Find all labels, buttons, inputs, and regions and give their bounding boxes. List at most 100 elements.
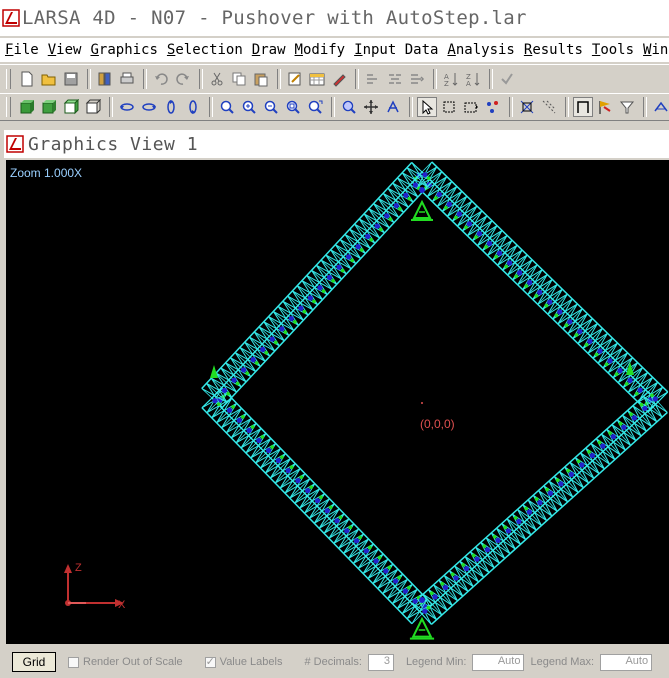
menu-bar: File View Graphics Selection Draw Modify… xyxy=(0,38,669,62)
menu-analysis[interactable]: Analysis xyxy=(447,42,514,58)
window-title: LARSA 4D - N07 - Pushover with AutoStep.… xyxy=(22,7,527,29)
decimals-input[interactable]: 3 xyxy=(367,653,394,671)
zoom-window-icon[interactable] xyxy=(283,97,303,117)
select-box-icon[interactable] xyxy=(439,97,459,117)
legend-max-input[interactable]: Auto xyxy=(600,653,653,671)
toolbar-separator xyxy=(409,97,413,117)
cut-icon[interactable] xyxy=(207,69,227,89)
menu-modify[interactable]: Modify xyxy=(295,42,346,58)
menu-graphics[interactable]: Graphics xyxy=(90,42,157,58)
graphics-view-title-bar[interactable]: Graphics View 1 xyxy=(4,130,669,158)
edit-icon[interactable] xyxy=(285,69,305,89)
toolbar-separator xyxy=(433,68,437,89)
select-window-icon[interactable] xyxy=(461,97,481,117)
grid-button[interactable]: Grid xyxy=(12,652,56,672)
svg-text:Z: Z xyxy=(444,80,449,87)
toolbar-grip[interactable] xyxy=(6,68,11,89)
toolbar-separator xyxy=(331,97,335,117)
toolbar-grip[interactable] xyxy=(6,97,11,117)
graphics-status-bar: Grid Render Out of Scale Value Labels # … xyxy=(6,646,669,678)
toolbar-separator xyxy=(109,97,113,117)
larsa-logo-icon xyxy=(2,9,20,27)
menu-tools[interactable]: Tools xyxy=(592,42,634,58)
larsa-logo-icon xyxy=(6,135,24,153)
select-pointer-icon[interactable] xyxy=(417,97,437,117)
rotate-up-icon[interactable] xyxy=(161,97,181,117)
support-markers xyxy=(210,187,634,640)
render-out-of-scale-label: Render Out of Scale xyxy=(83,656,183,668)
zoom-previous-icon[interactable] xyxy=(305,97,325,117)
menu-draw[interactable]: Draw xyxy=(252,42,286,58)
toolbar-separator xyxy=(199,68,203,89)
frame-view-icon[interactable] xyxy=(573,97,593,117)
menu-window[interactable]: Window xyxy=(643,42,669,58)
shaded-view-icon[interactable] xyxy=(39,97,59,117)
legend-min-input[interactable]: Auto xyxy=(472,653,525,671)
toolbar-separator xyxy=(277,68,281,89)
color-flag-icon[interactable] xyxy=(595,97,615,117)
axis-z-label: Z xyxy=(75,562,82,574)
axis-icon[interactable] xyxy=(651,97,669,117)
menu-file[interactable]: File xyxy=(5,42,39,58)
toolbar-separator xyxy=(209,97,213,117)
legend-min-label: Legend Min: xyxy=(405,656,467,668)
new-file-icon[interactable] xyxy=(17,69,37,89)
toolbar-separator xyxy=(643,97,647,117)
window-title-bar[interactable]: LARSA 4D - N07 - Pushover with AutoStep.… xyxy=(0,0,669,36)
graphics-viewport[interactable]: Zoom 1.000X (0,0,0) Z X xyxy=(6,160,669,644)
rotate-right-icon[interactable] xyxy=(139,97,159,117)
box-view-icon[interactable] xyxy=(61,97,81,117)
print-icon[interactable] xyxy=(117,69,137,89)
sort-asc-icon[interactable]: AZ xyxy=(441,69,461,89)
axis-x-label: X xyxy=(118,599,126,611)
filter-icon[interactable] xyxy=(617,97,637,117)
properties-icon[interactable] xyxy=(95,69,115,89)
grid-snap-icon[interactable] xyxy=(539,97,559,117)
value-labels-label: Value Labels xyxy=(219,656,283,668)
copy-icon[interactable] xyxy=(229,69,249,89)
menu-view[interactable]: View xyxy=(48,42,82,58)
undo-icon[interactable] xyxy=(151,69,171,89)
legend-max-label: Legend Max: xyxy=(530,656,595,668)
align-center-icon[interactable] xyxy=(385,69,405,89)
pan-icon[interactable] xyxy=(361,97,381,117)
zoom-fit-icon[interactable] xyxy=(217,97,237,117)
check-icon[interactable] xyxy=(497,69,517,89)
svg-text:A: A xyxy=(466,80,471,87)
save-icon[interactable] xyxy=(61,69,81,89)
graphics-toolbar xyxy=(0,93,669,121)
open-folder-icon[interactable] xyxy=(39,69,59,89)
axis-triad: Z X xyxy=(64,562,126,611)
pencil-icon[interactable] xyxy=(329,69,349,89)
decimals-label: # Decimals: xyxy=(304,656,362,668)
menu-results[interactable]: Results xyxy=(524,42,583,58)
toolbar-separator xyxy=(143,68,147,89)
spreadsheet-icon[interactable] xyxy=(307,69,327,89)
structural-model[interactable]: (0,0,0) Z X xyxy=(6,160,669,644)
zoom-in-icon[interactable] xyxy=(239,97,259,117)
wire-view-icon[interactable] xyxy=(83,97,103,117)
zoom-box-icon[interactable] xyxy=(339,97,359,117)
menu-input-data[interactable]: Input Data xyxy=(354,42,438,58)
redo-icon[interactable] xyxy=(173,69,193,89)
paste-icon[interactable] xyxy=(251,69,271,89)
rotate-left-icon[interactable] xyxy=(117,97,137,117)
align-right-icon[interactable] xyxy=(407,69,427,89)
select-nodes-icon[interactable] xyxy=(483,97,503,117)
toolbar-separator xyxy=(509,97,513,117)
menu-selection[interactable]: Selection xyxy=(167,42,243,58)
snap-icon[interactable] xyxy=(517,97,537,117)
align-left-icon[interactable] xyxy=(363,69,383,89)
value-labels-checkbox[interactable] xyxy=(204,655,216,668)
orbit-icon[interactable] xyxy=(383,97,403,117)
sort-desc-icon[interactable]: ZA xyxy=(463,69,483,89)
standard-toolbar: AZ ZA xyxy=(0,64,669,92)
toolbar-separator xyxy=(489,68,493,89)
graphics-view-title: Graphics View 1 xyxy=(28,133,199,155)
render-out-of-scale-checkbox[interactable] xyxy=(68,656,79,668)
toolbar-separator xyxy=(565,97,569,117)
toolbar-separator xyxy=(355,68,359,89)
zoom-out-icon[interactable] xyxy=(261,97,281,117)
solid-view-icon[interactable] xyxy=(17,97,37,117)
rotate-down-icon[interactable] xyxy=(183,97,203,117)
